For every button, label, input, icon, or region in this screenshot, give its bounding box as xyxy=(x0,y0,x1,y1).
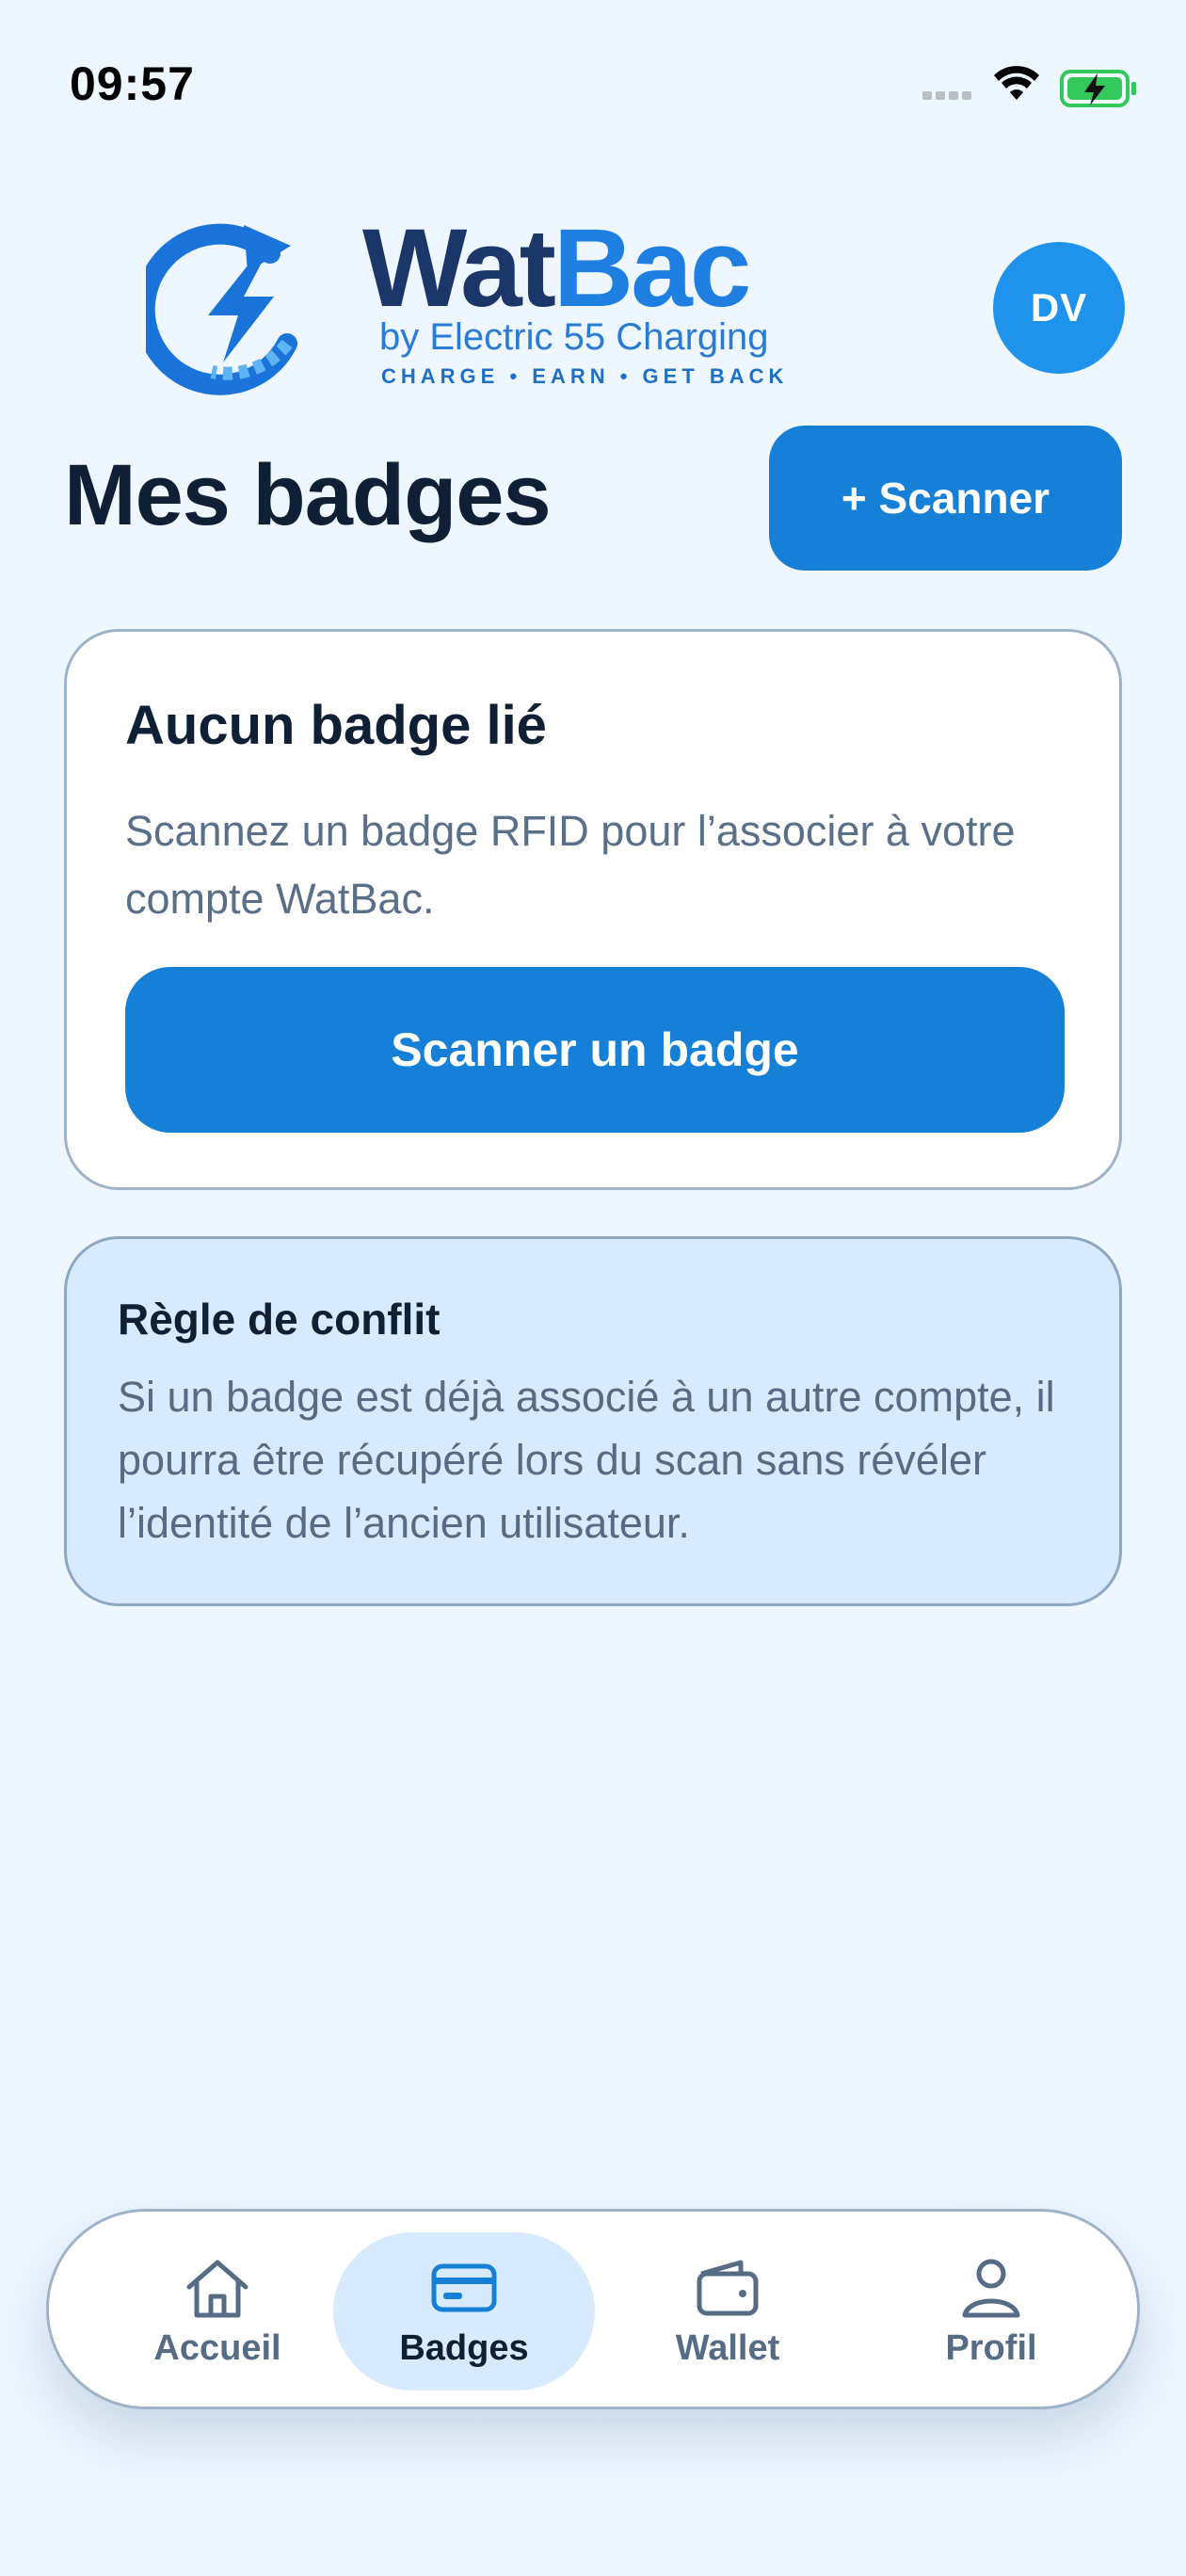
status-time: 09:57 xyxy=(70,57,195,110)
nav-item-badges[interactable]: Badges xyxy=(333,2232,595,2391)
cellular-signal-icon xyxy=(922,91,971,100)
conflict-rule-title: Règle de conflit xyxy=(118,1295,441,1344)
empty-badges-title: Aucun badge lié xyxy=(125,695,547,756)
nav-item-wallet[interactable]: Wallet xyxy=(597,2232,858,2391)
logo-brand-name: WatBac xyxy=(362,206,749,330)
conflict-rule-box: Règle de conflit Si un badge est déjà as… xyxy=(64,1236,1122,1606)
avatar[interactable]: DV xyxy=(993,242,1125,374)
scanner-button[interactable]: + Scanner xyxy=(769,426,1122,571)
battery-charging-icon xyxy=(1060,70,1136,107)
scan-badge-button[interactable]: Scanner un badge xyxy=(125,967,1065,1133)
bottom-nav: Accueil Badges Wallet Profil xyxy=(46,2209,1140,2409)
logo-subtitle: by Electric 55 Charging xyxy=(379,316,769,358)
avatar-initials: DV xyxy=(1030,285,1088,330)
nav-item-profil[interactable]: Profil xyxy=(860,2232,1122,2391)
nav-label-wallet: Wallet xyxy=(675,2327,780,2368)
logo-emblem-icon xyxy=(146,223,297,395)
user-icon xyxy=(962,2259,1020,2317)
scanner-button-label: + Scanner xyxy=(841,474,1050,523)
nav-item-accueil[interactable]: Accueil xyxy=(87,2232,348,2391)
empty-badges-text: Scannez un badge RFID pour l’associer à … xyxy=(125,807,1016,923)
card-icon xyxy=(431,2263,497,2311)
wifi-icon xyxy=(994,66,1039,100)
status-bar: 09:57 xyxy=(0,0,1186,169)
wallet-icon xyxy=(697,2260,759,2315)
nav-label-profil: Profil xyxy=(945,2327,1037,2368)
nav-label-badges: Badges xyxy=(399,2327,529,2368)
home-icon xyxy=(186,2260,248,2317)
watbac-logo: WatBac by Electric 55 Charging CHARGE • … xyxy=(146,206,788,395)
nav-label-accueil: Accueil xyxy=(153,2327,281,2368)
page-title: Mes badges xyxy=(64,447,552,543)
conflict-rule-text: Si un badge est déjà associé à un autre … xyxy=(118,1373,1055,1547)
scan-badge-button-label: Scanner un badge xyxy=(391,1023,799,1076)
app-screen: 09:57 WatBac by Electric 55 Charging CHA… xyxy=(0,0,1186,2576)
status-icons xyxy=(922,66,1136,107)
empty-badges-card: Aucun badge lié Scannez un badge RFID po… xyxy=(64,629,1122,1190)
logo-tagline: CHARGE • EARN • GET BACK xyxy=(381,364,788,388)
